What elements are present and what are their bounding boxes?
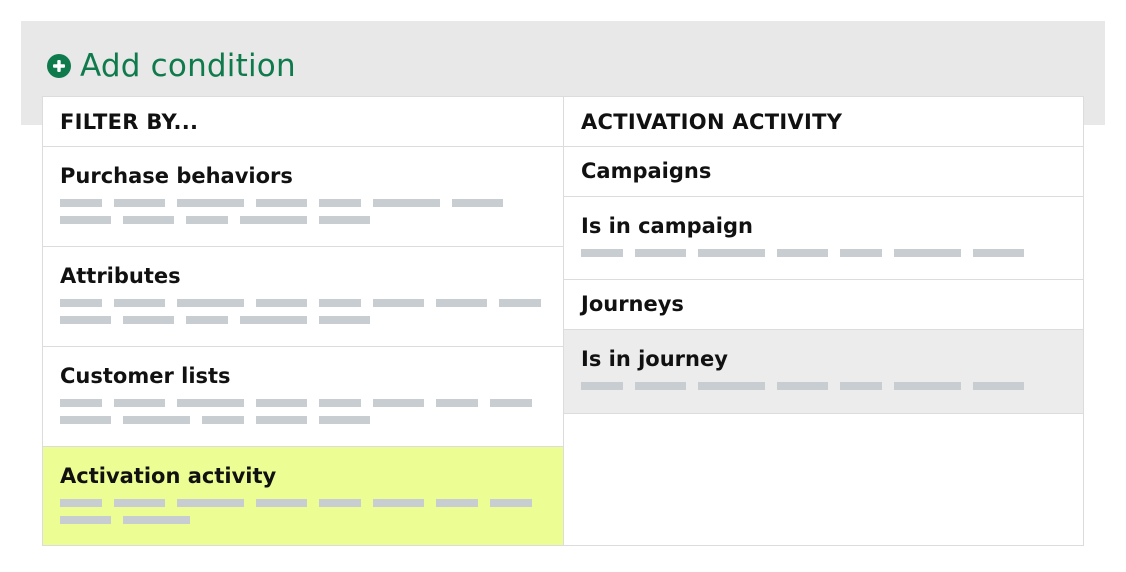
placeholder-bar — [177, 499, 244, 507]
placeholder-bar — [777, 249, 828, 257]
placeholder-bar — [894, 249, 961, 257]
activation-item-journeys[interactable]: Journeys — [564, 280, 1083, 330]
filter-by-panel: FILTER BY... Purchase behaviors Attribut… — [42, 96, 564, 546]
filter-item-customer-lists[interactable]: Customer lists — [43, 347, 563, 447]
placeholder-bar — [256, 399, 307, 407]
placeholder-bar — [777, 382, 828, 390]
placeholder-bar — [635, 249, 686, 257]
placeholder-bar — [123, 316, 174, 324]
description-placeholder — [60, 499, 546, 524]
placeholder-bar — [60, 216, 111, 224]
placeholder-bar — [177, 199, 244, 207]
placeholder-bar — [490, 399, 532, 407]
placeholder-bar — [581, 382, 623, 390]
activation-item-is-in-campaign[interactable]: Is in campaign — [564, 197, 1083, 280]
placeholder-bar — [319, 499, 361, 507]
filter-item-label: Customer lists — [60, 364, 231, 388]
placeholder-bar — [319, 399, 361, 407]
placeholder-bar — [319, 216, 370, 224]
activation-activity-panel: ACTIVATION ACTIVITY Campaigns Is in camp… — [563, 96, 1084, 546]
placeholder-bar — [373, 199, 440, 207]
placeholder-bar — [436, 499, 478, 507]
placeholder-bar — [973, 382, 1024, 390]
placeholder-bar — [373, 299, 424, 307]
placeholder-bar — [490, 499, 532, 507]
placeholder-bar — [436, 399, 478, 407]
placeholder-bar — [60, 399, 102, 407]
placeholder-bar — [60, 299, 102, 307]
placeholder-bar — [177, 299, 244, 307]
placeholder-bar — [256, 499, 307, 507]
placeholder-bar — [256, 299, 307, 307]
placeholder-bar — [60, 316, 111, 324]
filter-item-purchase-behaviors[interactable]: Purchase behaviors — [43, 147, 563, 247]
placeholder-bar — [840, 382, 882, 390]
placeholder-bar — [698, 382, 765, 390]
placeholder-bar — [256, 416, 307, 424]
placeholder-bar — [436, 299, 487, 307]
placeholder-bar — [123, 516, 190, 524]
placeholder-bar — [60, 499, 102, 507]
filter-item-label: Activation activity — [60, 464, 277, 488]
activation-item-campaigns[interactable]: Campaigns — [564, 147, 1083, 197]
placeholder-bar — [973, 249, 1024, 257]
description-placeholder — [60, 399, 546, 424]
placeholder-bar — [60, 516, 111, 524]
placeholder-bar — [452, 199, 503, 207]
description-placeholder — [60, 299, 546, 324]
placeholder-bar — [319, 199, 361, 207]
placeholder-bar — [60, 416, 111, 424]
placeholder-bar — [581, 249, 623, 257]
filter-item-activation-activity[interactable]: Activation activity — [43, 447, 563, 545]
filter-item-attributes[interactable]: Attributes — [43, 247, 563, 347]
placeholder-bar — [319, 316, 370, 324]
description-placeholder — [581, 249, 1066, 257]
activation-item-label: Is in campaign — [581, 214, 753, 238]
placeholder-bar — [202, 416, 244, 424]
placeholder-bar — [240, 316, 307, 324]
placeholder-bar — [499, 299, 541, 307]
placeholder-bar — [123, 416, 190, 424]
activation-activity-header: ACTIVATION ACTIVITY — [564, 97, 1083, 147]
description-placeholder — [60, 199, 546, 224]
placeholder-bar — [240, 216, 307, 224]
filter-item-label: Attributes — [60, 264, 181, 288]
placeholder-bar — [60, 199, 102, 207]
placeholder-bar — [114, 299, 165, 307]
placeholder-bar — [635, 382, 686, 390]
placeholder-bar — [698, 249, 765, 257]
placeholder-bar — [186, 316, 228, 324]
placeholder-bar — [123, 216, 174, 224]
activation-item-is-in-journey[interactable]: Is in journey — [564, 330, 1083, 414]
placeholder-bar — [373, 499, 424, 507]
placeholder-bar — [373, 399, 424, 407]
add-condition-button[interactable]: Add condition — [47, 44, 296, 88]
placeholder-bar — [114, 199, 165, 207]
placeholder-bar — [319, 416, 370, 424]
placeholder-bar — [894, 382, 961, 390]
placeholder-bar — [256, 199, 307, 207]
activation-item-label: Campaigns — [581, 159, 712, 183]
filter-item-label: Purchase behaviors — [60, 164, 293, 188]
placeholder-bar — [840, 249, 882, 257]
placeholder-bar — [114, 399, 165, 407]
placeholder-bar — [114, 499, 165, 507]
activation-item-label: Is in journey — [581, 347, 728, 371]
filter-by-header: FILTER BY... — [43, 97, 563, 147]
placeholder-bar — [186, 216, 228, 224]
plus-circle-icon — [47, 54, 71, 78]
description-placeholder — [581, 382, 1066, 390]
placeholder-bar — [319, 299, 361, 307]
activation-item-label: Journeys — [581, 292, 684, 316]
placeholder-bar — [177, 399, 244, 407]
add-condition-label: Add condition — [80, 48, 296, 84]
